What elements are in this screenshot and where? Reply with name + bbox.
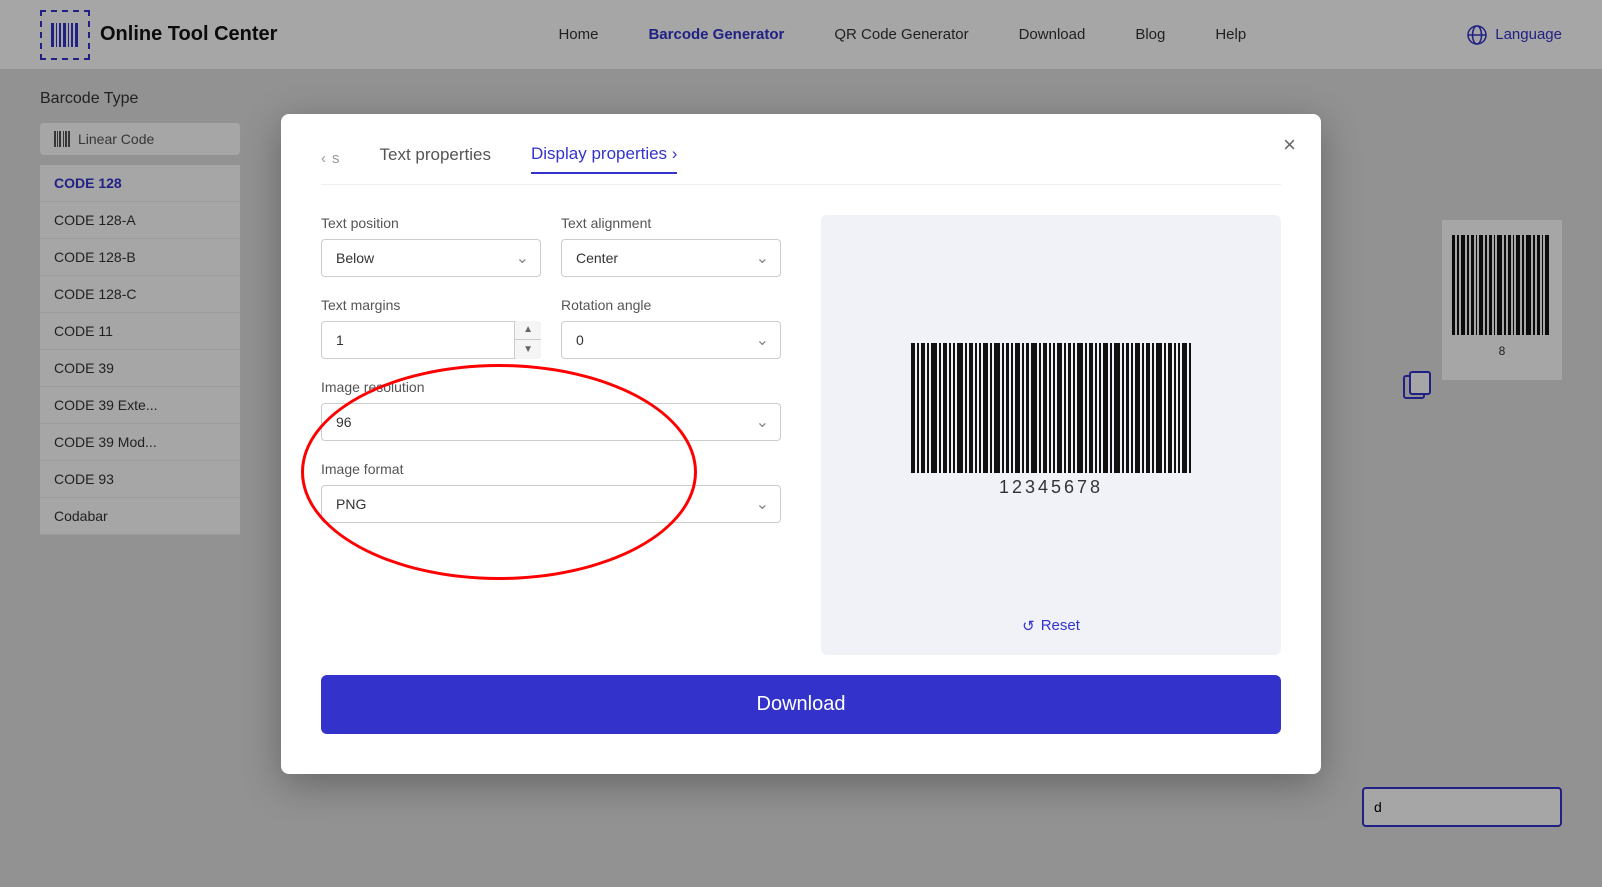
text-margins-label: Text margins [321, 297, 541, 313]
text-margins-input[interactable]: 1 [321, 321, 541, 359]
text-position-label: Text position [321, 215, 541, 231]
tab-prev[interactable]: ‹ s [321, 150, 340, 167]
reset-button[interactable]: ↺ Reset [1022, 617, 1080, 635]
rotation-angle-select-wrapper: 0 90 180 270 [561, 321, 781, 359]
annotated-section: Image resolution 72 96 150 300 Ima [321, 379, 781, 523]
chevron-left-icon: ‹ [321, 150, 326, 167]
form-group-image-format: Image format PNG JPG SVG BMP [321, 461, 781, 523]
image-resolution-select[interactable]: 72 96 150 300 [321, 403, 781, 441]
text-alignment-select-wrapper: Left Center Right [561, 239, 781, 277]
image-resolution-label: Image resolution [321, 379, 781, 395]
form-row-2: Text margins 1 ▲ ▼ Rotation angle [321, 297, 781, 359]
form-group-rotation-angle: Rotation angle 0 90 180 270 [561, 297, 781, 359]
form-group-image-resolution: Image resolution 72 96 150 300 [321, 379, 781, 441]
form-group-text-position: Text position Above Below None [321, 215, 541, 277]
form-row-1: Text position Above Below None Text alig… [321, 215, 781, 277]
svg-text:12345678: 12345678 [999, 477, 1103, 497]
image-format-select[interactable]: PNG JPG SVG BMP [321, 485, 781, 523]
text-margins-up[interactable]: ▲ [515, 321, 541, 341]
reset-label: Reset [1041, 617, 1080, 634]
download-button[interactable]: Download [321, 675, 1281, 734]
text-margins-spinner-btns: ▲ ▼ [514, 321, 541, 359]
modal-dialog: ‹ s Text properties Display properties ›… [281, 114, 1321, 774]
tab-prev-label: s [332, 150, 340, 167]
chevron-right-icon: › [672, 144, 678, 163]
close-button[interactable]: × [1283, 134, 1296, 156]
barcode-preview-panel: 12345678 ↺ Reset [821, 215, 1281, 655]
text-alignment-label: Text alignment [561, 215, 781, 231]
text-alignment-select[interactable]: Left Center Right [561, 239, 781, 277]
text-margins-spinner: 1 ▲ ▼ [321, 321, 541, 359]
tab-display-properties[interactable]: Display properties › [531, 144, 677, 174]
text-margins-down[interactable]: ▼ [515, 340, 541, 359]
image-format-label: Image format [321, 461, 781, 477]
modal-body: Text position Above Below None Text alig… [321, 215, 1281, 655]
modal-tab-bar: ‹ s Text properties Display properties › [321, 144, 1281, 185]
rotation-angle-label: Rotation angle [561, 297, 781, 313]
tab-text-properties[interactable]: Text properties [380, 145, 492, 173]
barcode-preview-area: 12345678 [841, 245, 1261, 597]
image-format-select-wrapper: PNG JPG SVG BMP [321, 485, 781, 523]
reset-icon: ↺ [1022, 617, 1035, 635]
rotation-angle-select[interactable]: 0 90 180 270 [561, 321, 781, 359]
text-position-select-wrapper: Above Below None [321, 239, 541, 277]
text-position-select[interactable]: Above Below None [321, 239, 541, 277]
image-resolution-select-wrapper: 72 96 150 300 [321, 403, 781, 441]
barcode-visual: 12345678 [911, 343, 1191, 498]
modal-form: Text position Above Below None Text alig… [321, 215, 781, 655]
form-group-text-alignment: Text alignment Left Center Right [561, 215, 781, 277]
barcode-image: 12345678 [911, 343, 1191, 498]
modal-overlay: ‹ s Text properties Display properties ›… [0, 0, 1602, 887]
form-group-text-margins: Text margins 1 ▲ ▼ [321, 297, 541, 359]
